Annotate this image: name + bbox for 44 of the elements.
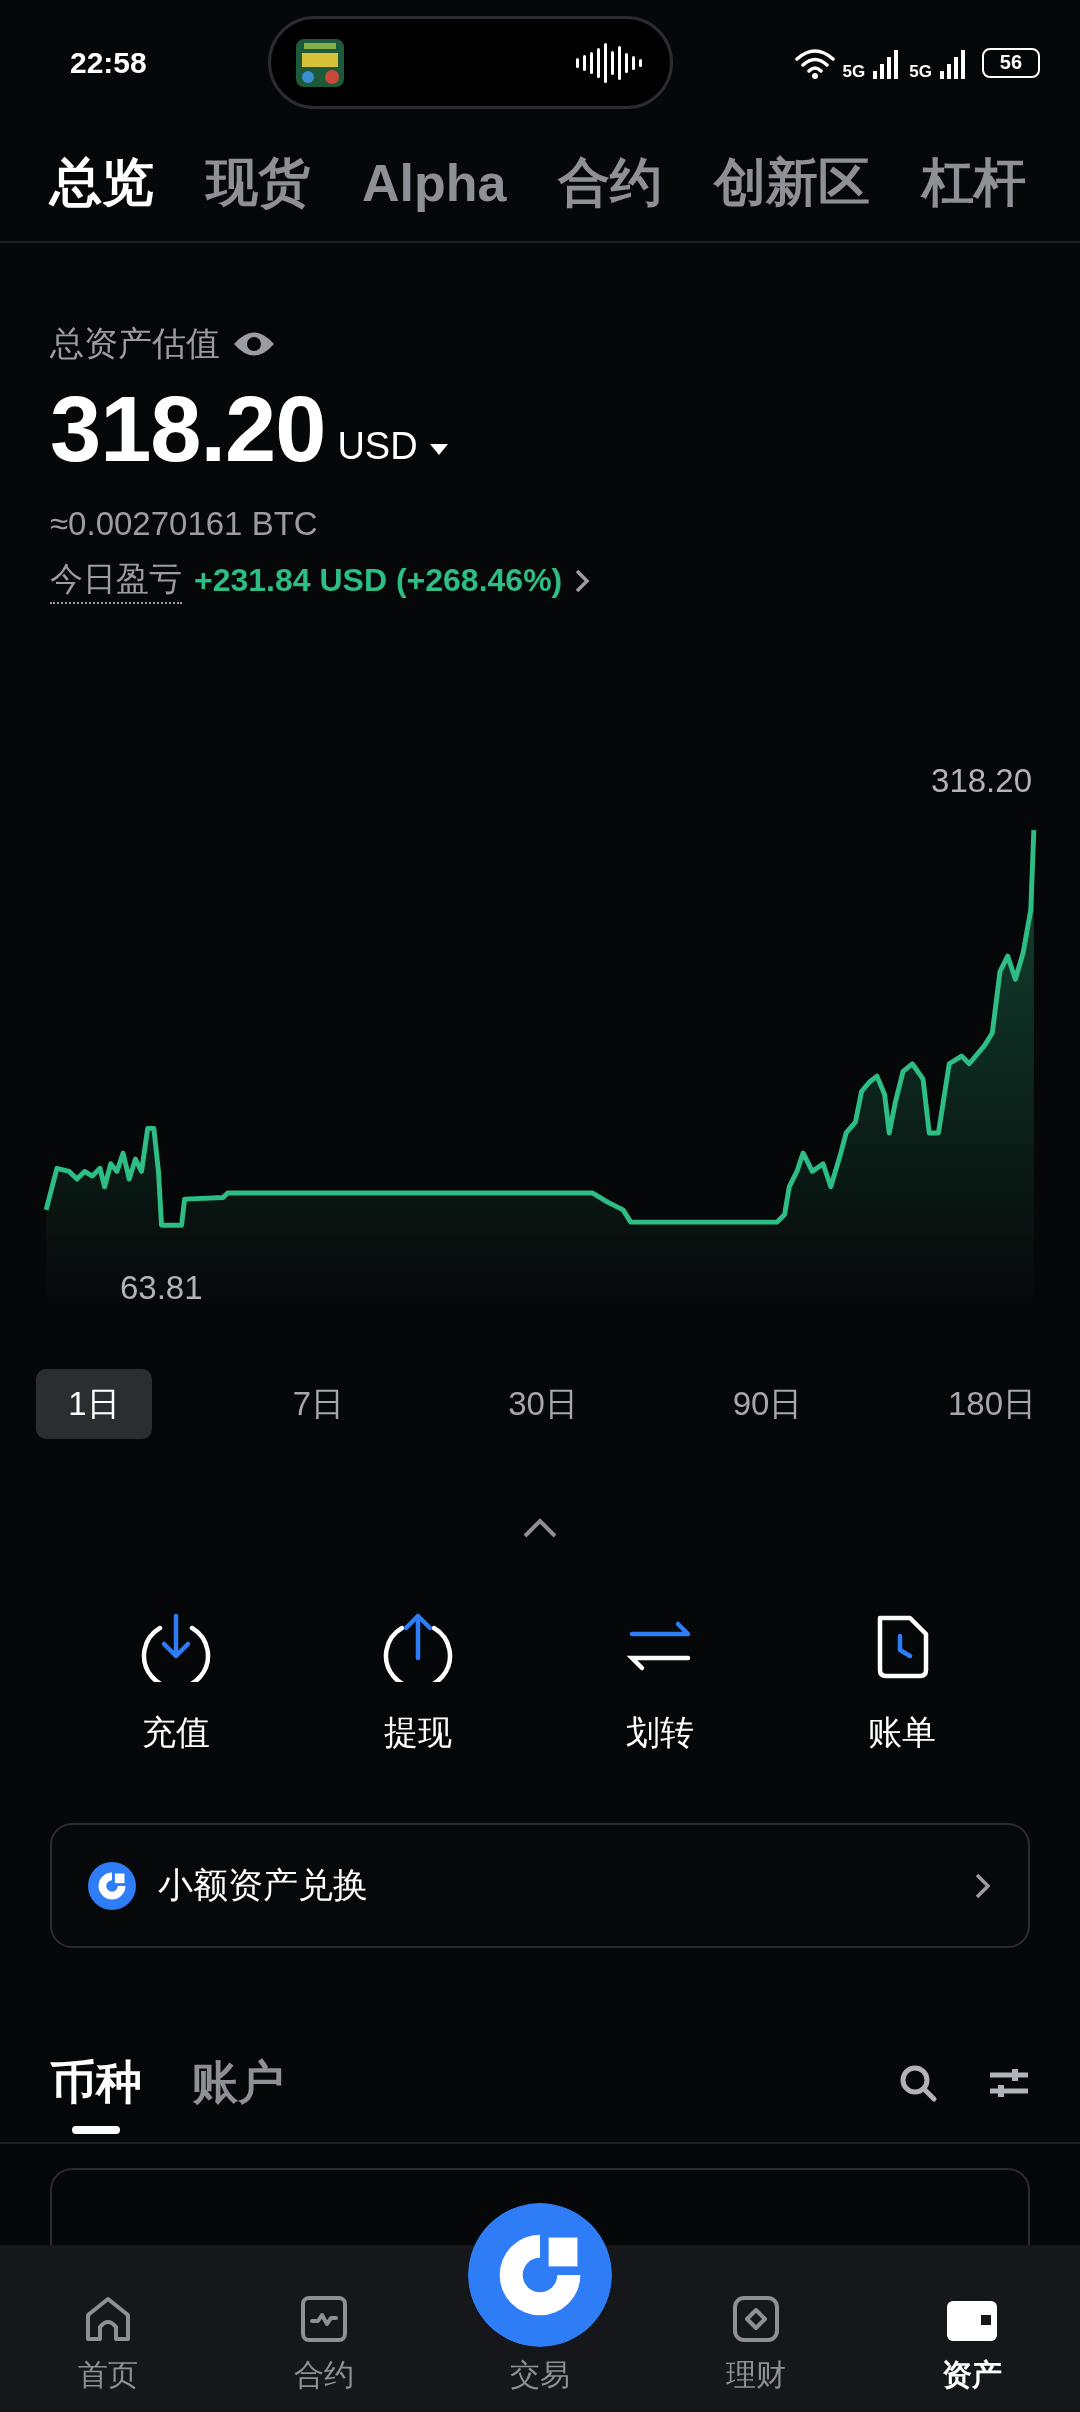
chevron-right-icon	[974, 1871, 992, 1900]
period-tab[interactable]: 1日	[36, 1369, 152, 1439]
nav-tab[interactable]: 资产	[864, 2245, 1080, 2412]
currency-selector[interactable]: USD	[337, 425, 418, 468]
chevron-right-icon[interactable]	[574, 567, 591, 594]
nav-label: 交易	[510, 2357, 570, 2393]
battery-level: 56	[982, 47, 1040, 78]
total-assets-label: 总资产估值	[50, 323, 220, 364]
status-time: 22:58	[70, 45, 147, 80]
top-tab[interactable]: 创新区	[714, 148, 871, 218]
period-tab[interactable]: 7日	[260, 1369, 377, 1439]
nav-tab[interactable]: 合约	[216, 2245, 432, 2412]
asset-tab[interactable]: 币种	[50, 2052, 142, 2134]
network-type: 5G	[842, 61, 866, 82]
chart-min-label: 63.81	[120, 1269, 203, 1307]
small-asset-convert-card[interactable]: 小额资产兑换	[50, 1823, 1030, 1948]
network-type: 5G	[909, 61, 932, 82]
pnl-value[interactable]: +231.84 USD (+268.46%)	[194, 562, 563, 599]
top-tab[interactable]: 合约	[558, 148, 663, 218]
trade-button[interactable]	[468, 2203, 612, 2347]
top-tab[interactable]: 总览	[50, 148, 154, 218]
action-button[interactable]: 充值	[55, 1609, 297, 1757]
nav-tab[interactable]: 理财	[648, 2245, 864, 2412]
action-button[interactable]: 提现	[297, 1609, 539, 1757]
asset-tab[interactable]: 账户	[192, 2052, 284, 2134]
caret-icon	[429, 444, 448, 456]
logo-icon	[88, 1861, 136, 1910]
nav-tab[interactable]: 首页	[0, 2245, 216, 2412]
top-tab[interactable]: 现货	[206, 148, 310, 218]
home-icon	[84, 2295, 132, 2343]
chevron-up-icon[interactable]	[522, 1517, 558, 1539]
total-assets-value: 318.20	[50, 377, 326, 482]
period-tab[interactable]: 90日	[709, 1369, 826, 1439]
chart-max-label: 318.20	[931, 762, 1032, 800]
action-button[interactable]: 账单	[781, 1609, 1023, 1757]
top-tab[interactable]: 杠杆	[922, 148, 1027, 218]
period-tab[interactable]: 30日	[485, 1369, 601, 1439]
period-tab[interactable]: 180日	[934, 1369, 1050, 1439]
wifi-icon	[794, 46, 835, 79]
btc-value: ≈0.00270161 BTC	[50, 505, 319, 543]
action-button[interactable]: 划转	[539, 1609, 781, 1757]
chart-icon	[300, 2295, 348, 2343]
top-tab[interactable]: Alpha	[362, 153, 507, 213]
pnl-label[interactable]: 今日盈亏	[50, 557, 182, 604]
